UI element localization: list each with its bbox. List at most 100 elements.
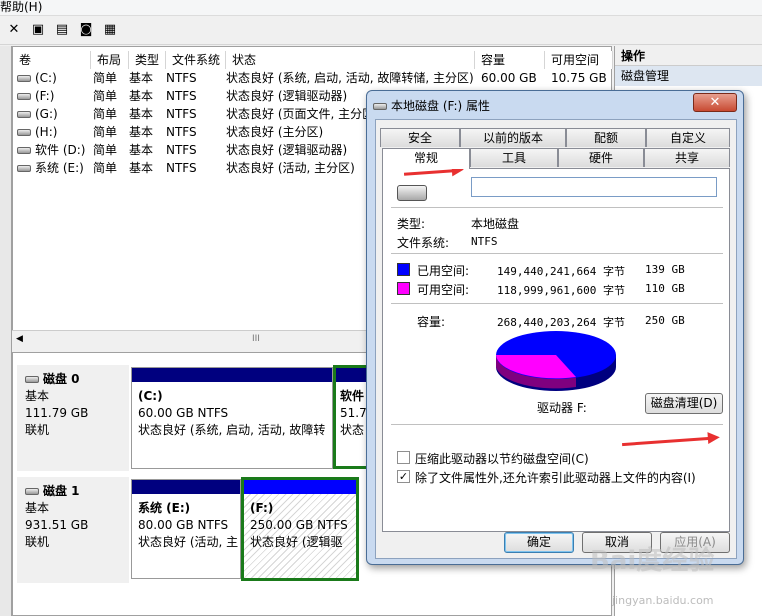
partition-name: 系统 (E:) <box>138 501 191 515</box>
tab-previous-versions[interactable]: 以前的版本 <box>460 128 566 147</box>
cell-layout: 简单 <box>93 89 118 103</box>
cell-layout: 简单 <box>93 107 118 121</box>
scroll-grip[interactable]: III <box>252 334 260 344</box>
tab-customize[interactable]: 自定义 <box>646 128 730 147</box>
capacity-bytes: 268,440,203,264 字节 <box>497 316 625 329</box>
cell-fs: NTFS <box>166 143 197 157</box>
toolbar: ✕ ▣ ▤ ◙ ▦ <box>0 17 762 45</box>
drive-icon <box>17 93 31 100</box>
compress-label: 压缩此驱动器以节约磁盘空间(C) <box>415 452 589 466</box>
cell-fs: NTFS <box>166 161 197 175</box>
cell-type: 基本 <box>129 71 154 85</box>
cell-status: 状态良好 (页面文件, 主分区) <box>226 107 379 121</box>
partition-c[interactable]: (C:) 60.00 GB NTFS 状态良好 (系统, 启动, 活动, 故障转 <box>131 367 333 469</box>
menu-help[interactable]: 帮助(H) <box>0 0 42 14</box>
col-free[interactable]: 可用空间 <box>545 51 613 69</box>
dialog-body: 安全 以前的版本 配额 自定义 常规 工具 硬件 共享 类型: 本地磁盘 文件系… <box>375 119 737 559</box>
disk-icon[interactable]: ▦ <box>102 22 118 38</box>
cell-fs: NTFS <box>166 107 197 121</box>
partition-status: 状态良好 (逻辑驱 <box>250 535 343 549</box>
disk-type: 基本 <box>25 501 50 515</box>
capacity-label: 容量: <box>417 315 446 329</box>
close-button[interactable]: ✕ <box>693 93 737 112</box>
tab-hardware[interactable]: 硬件 <box>558 148 644 167</box>
col-layout[interactable]: 布局 <box>91 51 129 69</box>
cell-type: 基本 <box>129 89 154 103</box>
disk-type: 基本 <box>25 389 50 403</box>
cell-status: 状态良好 (活动, 主分区) <box>226 161 355 175</box>
cell-fs: NTFS <box>166 71 197 85</box>
col-filesystem[interactable]: 文件系统 <box>166 51 226 69</box>
volume-name-input[interactable] <box>471 177 717 197</box>
disk-size: 111.79 GB <box>25 406 89 420</box>
filesystem-label: 文件系统: <box>397 236 450 250</box>
free-space-gb: 110 GB <box>645 282 685 295</box>
cell-capacity: 60.00 GB <box>481 71 537 85</box>
open-icon[interactable]: ▤ <box>54 22 70 38</box>
actions-item-disk-management[interactable]: 磁盘管理 <box>615 66 762 86</box>
disk-state: 联机 <box>25 535 50 549</box>
disk-1-label[interactable]: 磁盘 1 基本 931.51 GB 联机 <box>17 477 129 583</box>
compress-checkbox[interactable] <box>397 451 410 464</box>
scroll-left-icon[interactable]: ◀ <box>16 334 23 344</box>
drive-icon <box>17 129 31 136</box>
tab-security[interactable]: 安全 <box>380 128 460 147</box>
cell-fs: NTFS <box>166 89 197 103</box>
divider <box>391 253 723 254</box>
tab-general[interactable]: 常规 <box>382 148 470 169</box>
used-space-bytes: 149,440,241,664 字节 <box>497 265 625 278</box>
col-type[interactable]: 类型 <box>129 51 166 69</box>
actions-title: 操作 <box>615 46 762 66</box>
hard-drive-icon <box>397 185 427 201</box>
cell-status: 状态良好 (逻辑驱动器) <box>226 89 348 103</box>
tab-sharing[interactable]: 共享 <box>644 148 730 167</box>
cell-status: 状态良好 (逻辑驱动器) <box>226 143 348 157</box>
disk-icon <box>25 376 39 383</box>
properties-dialog: 本地磁盘 (F:) 属性 ✕ 安全 以前的版本 配额 自定义 常规 工具 硬件 … <box>366 90 744 565</box>
partition-name: 软件 <box>340 389 365 403</box>
help-icon[interactable]: ◙ <box>78 22 94 38</box>
partition-name: (F:) <box>250 501 274 515</box>
col-status[interactable]: 状态 <box>226 51 475 69</box>
cell-volume: 系统 (E:) <box>35 161 84 175</box>
type-label: 类型: <box>397 217 426 231</box>
disk-name: 磁盘 0 <box>43 372 80 386</box>
drive-icon <box>373 103 387 110</box>
menu-bar: 帮助(H) <box>0 0 762 16</box>
ok-button[interactable]: 确定 <box>504 532 574 553</box>
partition-bar <box>132 480 240 494</box>
free-space-label: 可用空间: <box>417 283 470 297</box>
used-space-label: 已用空间: <box>417 264 470 278</box>
drive-icon <box>17 75 31 82</box>
partition-d[interactable]: 软件 51.7 状态 <box>333 365 369 469</box>
general-tab-panel: 类型: 本地磁盘 文件系统: NTFS 已用空间: 149,440,241,66… <box>382 168 730 532</box>
partition-name: (C:) <box>138 389 163 403</box>
tab-quota[interactable]: 配额 <box>566 128 646 147</box>
table-row[interactable]: (C:) 简单 基本 NTFS 状态良好 (系统, 启动, 活动, 故障转储, … <box>13 69 613 87</box>
cell-volume: (H:) <box>35 125 58 139</box>
tab-tools[interactable]: 工具 <box>470 148 558 167</box>
cell-layout: 简单 <box>93 161 118 175</box>
close-icon[interactable]: ✕ <box>6 22 22 38</box>
cell-layout: 简单 <box>93 143 118 157</box>
col-volume[interactable]: 卷 <box>13 51 91 69</box>
col-capacity[interactable]: 容量 <box>475 51 545 69</box>
drive-label: 驱动器 F: <box>537 401 587 415</box>
dialog-title: 本地磁盘 (F:) 属性 <box>373 95 490 117</box>
partition-status: 状态良好 (系统, 启动, 活动, 故障转 <box>138 423 326 437</box>
properties-icon[interactable]: ▣ <box>30 22 46 38</box>
partition-size: 250.00 GB NTFS <box>250 518 348 532</box>
index-label: 除了文件属性外,还允许索引此驱动器上文件的内容(I) <box>415 471 696 485</box>
used-space-gb: 139 GB <box>645 263 685 276</box>
partition-size: 60.00 GB NTFS <box>138 406 229 420</box>
disk-icon <box>25 488 39 495</box>
index-checkbox[interactable]: ✓ <box>397 470 410 483</box>
partition-f[interactable]: (F:) 250.00 GB NTFS 状态良好 (逻辑驱 <box>241 477 359 581</box>
free-space-swatch <box>397 282 410 295</box>
disk-0-label[interactable]: 磁盘 0 基本 111.79 GB 联机 <box>17 365 129 471</box>
dialog-title-text: 本地磁盘 (F:) 属性 <box>391 99 491 113</box>
cell-layout: 简单 <box>93 125 118 139</box>
cell-volume: (C:) <box>35 71 57 85</box>
partition-e[interactable]: 系统 (E:) 80.00 GB NTFS 状态良好 (活动, 主 <box>131 479 241 579</box>
disk-cleanup-button[interactable]: 磁盘清理(D) <box>645 393 723 414</box>
